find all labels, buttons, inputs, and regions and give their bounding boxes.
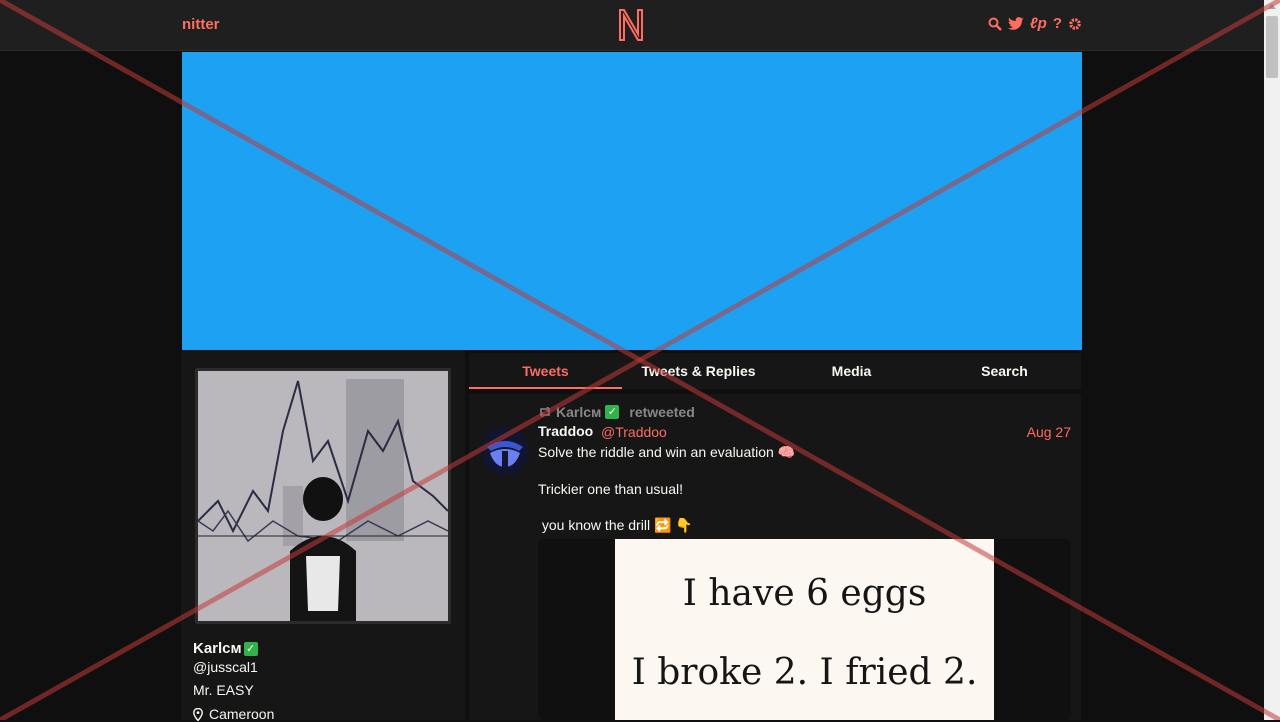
retweeter-name[interactable]: Karlᴄᴍ (556, 404, 601, 420)
nitter-logo-icon[interactable] (617, 8, 645, 42)
scroll-thumb[interactable] (1266, 16, 1278, 78)
profile-username[interactable]: @jusscal1 (193, 659, 258, 675)
profile-avatar[interactable] (195, 368, 451, 624)
tweet-author-handle[interactable]: @Traddoo (601, 424, 667, 440)
page-scrollbar[interactable] (1264, 0, 1280, 720)
tab-tweets[interactable]: Tweets (469, 353, 622, 389)
timeline: Karlᴄᴍ ✓ retweeted Traddoo @Traddoo Aug … (469, 394, 1081, 720)
gear-icon[interactable] (1068, 17, 1082, 31)
tweet-author-avatar[interactable] (481, 427, 529, 475)
profile-bio: Mr. EASY (193, 682, 254, 698)
verified-icon: ✓ (243, 641, 258, 656)
tweet-text-line: Solve the riddle and win an evaluation 🧠 (538, 444, 796, 460)
tab-media[interactable]: Media (775, 353, 928, 389)
retweet-header: Karlᴄᴍ ✓ retweeted (538, 404, 695, 420)
twitter-bird-icon[interactable] (1007, 17, 1024, 31)
tweet-text-line: Trickier one than usual! (538, 481, 683, 497)
search-icon[interactable] (988, 17, 1002, 31)
avatar-image (198, 371, 448, 621)
tab-search[interactable]: Search (928, 353, 1081, 389)
nav-icons: ℓp ? (988, 14, 1082, 34)
tweet-text-line: you know the drill 🔁 👇 (538, 517, 693, 533)
tweet-date[interactable]: Aug 27 (1027, 424, 1071, 440)
profile-card: Karlᴄᴍ ✓ @jusscal1 Mr. EASY Cameroon (181, 350, 465, 722)
attachment-text-line: I have 6 eggs (682, 573, 927, 614)
retweeter-verified-icon: ✓ (605, 405, 620, 419)
attachment-image[interactable]: I have 6 eggs I broke 2. I fried 2. (615, 539, 994, 720)
retweet-icon (539, 407, 551, 417)
fullname-text: Karlᴄᴍ (193, 640, 242, 657)
profile-tabs: Tweets Tweets & Replies Media Search (469, 353, 1081, 389)
profile-fullname[interactable]: Karlᴄᴍ ✓ (193, 640, 258, 657)
tweet-author-name[interactable]: Traddoo (538, 423, 593, 439)
location-pin-icon (193, 707, 203, 721)
brand-link[interactable]: nitter (182, 16, 220, 33)
retweet-label: retweeted (629, 404, 695, 420)
profile-banner[interactable] (181, 51, 1083, 351)
rss-icon[interactable]: ℓp (1030, 14, 1047, 34)
tab-tweets-replies[interactable]: Tweets & Replies (622, 353, 775, 389)
top-navbar: nitter ℓp ? (0, 0, 1264, 51)
help-icon[interactable]: ? (1053, 14, 1062, 34)
scroll-up-arrow-icon[interactable] (1268, 4, 1276, 9)
attachment-text-line: I broke 2. I fried 2. (631, 652, 978, 693)
tweet-attachment[interactable]: I have 6 eggs I broke 2. I fried 2. (538, 539, 1071, 720)
